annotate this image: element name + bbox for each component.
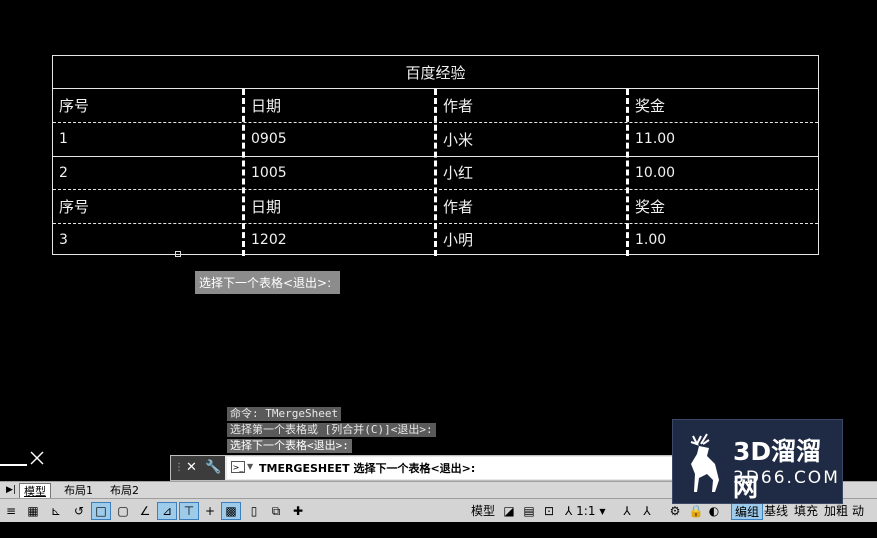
watermark-domain: 3D66.COM bbox=[733, 468, 840, 488]
table-row: 序号 日期 作者 奖金 bbox=[53, 89, 818, 122]
tab-layout2[interactable]: 布局2 bbox=[106, 483, 143, 498]
watermark-logo: 3D溜溜网 3D66.COM bbox=[672, 419, 843, 504]
annotation-monitor-icon[interactable]: ⧉ bbox=[266, 502, 286, 520]
table-cell: 1.00 bbox=[635, 231, 667, 248]
deer-logo-icon bbox=[690, 433, 719, 492]
menu-grid-icon[interactable]: ≡ bbox=[2, 502, 20, 520]
scale-value: 1:1 bbox=[576, 504, 596, 518]
table-cell: 2 bbox=[59, 164, 68, 181]
table-cell: 奖金 bbox=[635, 197, 666, 216]
auto-scale-icon[interactable]: ⅄ bbox=[638, 502, 656, 520]
table-cell: 小米 bbox=[443, 130, 474, 149]
polar-icon[interactable]: □ bbox=[91, 502, 111, 520]
table-cell: 作者 bbox=[443, 97, 474, 116]
lock-icon[interactable]: 🔒 bbox=[688, 502, 704, 520]
status-toggle-baseline[interactable]: 基线 bbox=[761, 502, 791, 520]
chevron-down-icon[interactable]: ▼ bbox=[247, 462, 253, 471]
table-cell: 1005 bbox=[251, 164, 287, 181]
command-prompt-icon[interactable]: >_ bbox=[231, 461, 245, 473]
add-icon[interactable]: ✚ bbox=[288, 502, 308, 520]
tab-scroll-icon[interactable]: ▶| bbox=[2, 483, 20, 498]
command-input[interactable]: >_ ▼ TMERGESHEET 选择下一个表格<退出>: bbox=[227, 457, 675, 479]
table-row: 序号 日期 作者 奖金 bbox=[53, 190, 818, 223]
wrench-icon[interactable]: 🔧 bbox=[205, 460, 221, 476]
command-text: TMERGESHEET 选择下一个表格<退出>: bbox=[259, 462, 476, 475]
ucs-axis-line bbox=[0, 464, 27, 466]
chevron-down-icon: ▼ bbox=[599, 506, 606, 516]
table-cell: 日期 bbox=[251, 97, 282, 116]
table-cell: 1 bbox=[59, 131, 68, 148]
angle-icon[interactable]: ∠ bbox=[135, 502, 155, 520]
drag-handle-icon[interactable]: ⋮ bbox=[174, 460, 184, 476]
status-toggle-fill[interactable]: 填充 bbox=[791, 502, 821, 520]
status-toggle-bold[interactable]: 加粗 bbox=[821, 502, 851, 520]
annotation-scale-icon: ⅄ bbox=[565, 504, 573, 518]
status-toggle-group[interactable]: 编组 bbox=[731, 502, 764, 520]
status-toggle-dynamic[interactable]: 动态 bbox=[849, 502, 877, 536]
command-history-line: 命令: TMergeSheet bbox=[227, 407, 342, 421]
workspace-gear-icon[interactable]: ⚙ bbox=[665, 502, 685, 520]
table-row: 2 1005 小红 10.00 bbox=[53, 156, 818, 189]
table-cell: 3 bbox=[59, 231, 68, 248]
drawing-table[interactable]: 百度经验 序号 日期 作者 奖金 1 0905 小米 11.00 2 1005 … bbox=[52, 55, 819, 256]
selection-cycling-icon[interactable]: ▯ bbox=[244, 502, 264, 520]
command-line-tools: ⋮ ✕ 🔧 bbox=[171, 456, 225, 480]
table-row: 3 1202 小明 1.00 bbox=[53, 223, 818, 256]
lineweight-icon[interactable]: + bbox=[201, 502, 219, 520]
dynamic-ucs-icon[interactable]: ⊤ bbox=[179, 502, 199, 520]
close-icon[interactable]: ✕ bbox=[186, 460, 197, 476]
layout-grid-icon[interactable]: ▤ bbox=[520, 502, 538, 520]
ortho-icon[interactable]: ↺ bbox=[69, 502, 89, 520]
table-cell: 1202 bbox=[251, 231, 287, 248]
table-title: 百度经验 bbox=[53, 56, 818, 89]
model-space-label[interactable]: 模型 bbox=[468, 502, 498, 520]
table-row: 1 0905 小米 11.00 bbox=[53, 123, 818, 156]
annotation-visibility-icon[interactable]: ⅄ bbox=[618, 502, 636, 520]
table-cell: 10.00 bbox=[635, 164, 676, 181]
annotation-scale[interactable]: ⅄ 1:1 ▼ bbox=[563, 502, 615, 520]
table-cell: 作者 bbox=[443, 197, 474, 216]
table-cell: 小明 bbox=[443, 231, 474, 250]
isolate-icon[interactable]: ◐ bbox=[706, 502, 722, 520]
tab-layout1[interactable]: 布局1 bbox=[60, 483, 97, 498]
tab-model[interactable]: 模型 bbox=[19, 483, 51, 498]
table-cell: 小红 bbox=[443, 164, 474, 183]
grid-icon[interactable]: ▦ bbox=[23, 502, 43, 520]
osnap-icon[interactable]: ▢ bbox=[113, 502, 133, 520]
command-line-bar: ⋮ ✕ 🔧 >_ ▼ TMERGESHEET 选择下一个表格<退出>: bbox=[170, 455, 677, 481]
table-cell: 序号 bbox=[59, 197, 90, 216]
cursor-pickbox bbox=[175, 251, 181, 257]
table-cell: 序号 bbox=[59, 97, 90, 116]
ucs-cross-icon bbox=[30, 451, 44, 465]
command-history-line: 选择第一个表格或 [列合并(C)]<退出>: bbox=[227, 423, 436, 437]
table-cell: 11.00 bbox=[635, 131, 676, 148]
viewport-icon[interactable]: ◪ bbox=[500, 502, 518, 520]
transparency-icon[interactable]: ▩ bbox=[221, 502, 241, 520]
table-cell: 日期 bbox=[251, 197, 282, 216]
snap-mode-icon[interactable]: ⊡ bbox=[540, 502, 558, 520]
table-cell: 0905 bbox=[251, 131, 287, 148]
table-cell: 奖金 bbox=[635, 97, 666, 116]
otrack-icon[interactable]: ⊿ bbox=[157, 502, 177, 520]
snap-icon[interactable]: ⊾ bbox=[46, 502, 66, 520]
command-history-line: 选择下一个表格<退出>: bbox=[227, 439, 352, 453]
dynamic-input-tooltip: 选择下一个表格<退出>: bbox=[195, 271, 340, 294]
